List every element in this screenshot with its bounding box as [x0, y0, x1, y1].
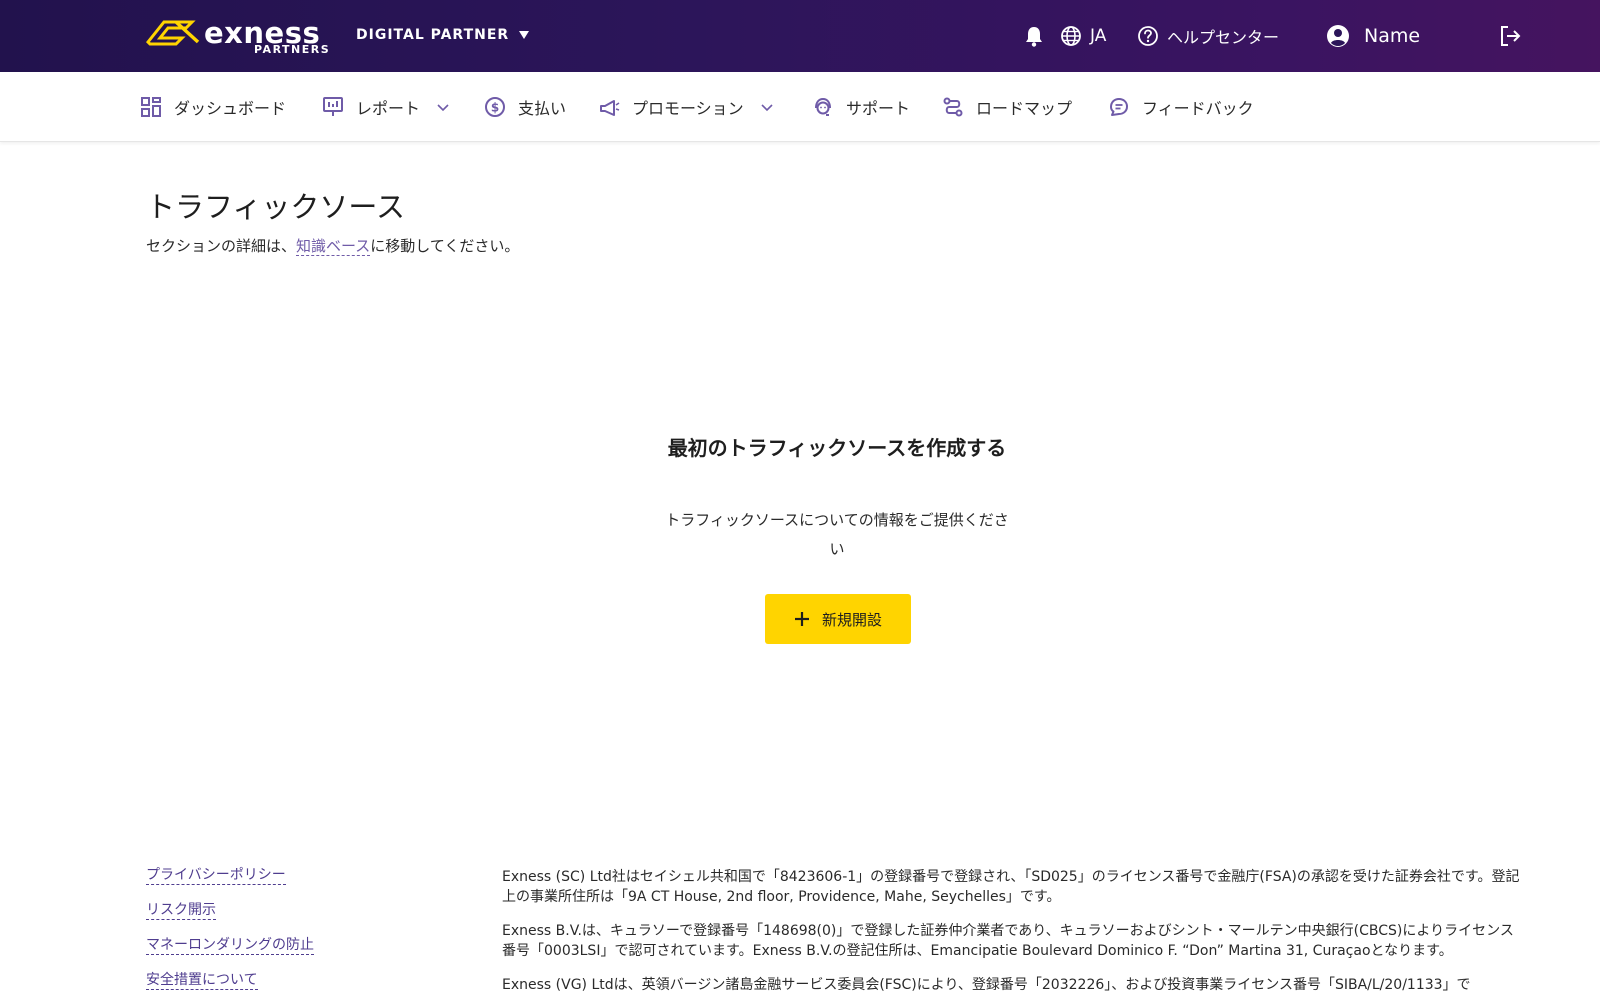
nav-item-feedback[interactable]: フィードバック — [1108, 94, 1254, 120]
page-description: セクションの詳細は、知識ベースに移動してください。 — [146, 235, 519, 256]
main-navigation: ダッシュボード レポート $ 支払い プロモーション サポート ロードマップ フ… — [0, 72, 1600, 142]
nav-label: ロードマップ — [976, 99, 1073, 118]
nav-item-dashboard[interactable]: ダッシュボード — [140, 94, 286, 120]
language-selector[interactable]: JA — [1060, 18, 1106, 54]
aml-link[interactable]: マネーロンダリングの防止 — [146, 936, 314, 955]
nav-label: サポート — [846, 99, 911, 118]
help-circle-icon — [1138, 26, 1158, 46]
megaphone-icon — [600, 100, 620, 116]
svg-text:$: $ — [491, 101, 499, 115]
plus-icon — [794, 612, 809, 626]
logout-icon — [1501, 26, 1521, 46]
empty-state-description: トラフィックソースについての情報をご提供ください — [665, 511, 1009, 558]
top-header: exness PARTNERS DIGITAL PARTNER JA ヘルプセン… — [0, 0, 1600, 72]
legal-disclaimer: Exness (SC) Ltd社はセイシェル共和国で「8423606-1」の登録… — [502, 867, 1526, 1000]
create-new-label: 新規開設 — [821, 610, 882, 629]
globe-icon — [1061, 26, 1081, 46]
partner-type-label: DIGITAL PARTNER — [356, 27, 510, 43]
page-title: トラフィックソース — [146, 190, 405, 224]
bell-icon — [1026, 27, 1042, 47]
help-center-label: ヘルプセンター — [1167, 28, 1280, 47]
chevron-down-icon — [761, 104, 773, 112]
nav-item-roadmap[interactable]: ロードマップ — [942, 94, 1072, 120]
user-avatar-icon — [1327, 25, 1349, 47]
risk-disclosure-link[interactable]: リスク開示 — [146, 901, 216, 920]
privacy-policy-link[interactable]: プライバシーポリシー — [146, 866, 286, 885]
legal-paragraph: Exness (VG) Ltdは、英領バージン諸島金融サービス委員会(FSC)に… — [502, 977, 1471, 993]
nav-item-promotions[interactable]: プロモーション — [598, 94, 774, 120]
nav-item-support[interactable]: サポート — [812, 94, 910, 120]
nav-item-reports[interactable]: レポート — [322, 94, 450, 120]
support-icon — [815, 97, 831, 116]
footer-links: プライバシーポリシー リスク開示 マネーロンダリングの防止 安全措置について — [146, 866, 314, 1000]
notifications-button[interactable] — [1024, 18, 1044, 54]
roadmap-icon — [943, 97, 963, 117]
nav-item-payments[interactable]: $ 支払い — [484, 94, 566, 120]
language-label: JA — [1090, 26, 1107, 46]
legal-paragraph: Exness B.V.は、キュラソーで登録番号「148698(0)」で登録した証… — [502, 923, 1514, 959]
user-name: Name — [1364, 25, 1421, 47]
description-suffix: に移動してください。 — [370, 237, 520, 255]
report-icon — [323, 97, 343, 116]
caret-down-icon — [519, 31, 530, 39]
chevron-down-icon — [437, 104, 449, 112]
legal-paragraph: Exness (SC) Ltd社はセイシェル共和国で「8423606-1」の登録… — [502, 869, 1520, 905]
nav-label: プロモーション — [632, 99, 744, 118]
nav-label: フィードバック — [1142, 99, 1254, 118]
dashboard-icon — [141, 97, 161, 117]
partner-type-dropdown[interactable]: DIGITAL PARTNER — [356, 22, 530, 48]
exness-logo-mark-icon — [146, 20, 200, 46]
user-menu[interactable]: Name — [1326, 18, 1420, 54]
knowledge-base-link[interactable]: 知識ベース — [296, 237, 371, 256]
logo-subtitle: PARTNERS — [254, 43, 331, 56]
help-center-link[interactable]: ヘルプセンター — [1137, 18, 1279, 54]
logout-button[interactable] — [1498, 18, 1522, 54]
empty-state-title: 最初のトラフィックソースを作成する — [667, 436, 1007, 460]
dollar-icon: $ — [485, 97, 505, 117]
exness-logo[interactable]: exness PARTNERS — [146, 14, 329, 58]
nav-label: レポート — [356, 99, 421, 118]
description-prefix: セクションの詳細は、 — [146, 237, 297, 255]
nav-label: 支払い — [518, 99, 567, 118]
create-new-button[interactable]: 新規開設 — [765, 594, 911, 644]
feedback-icon — [1110, 98, 1128, 116]
security-measures-link[interactable]: 安全措置について — [146, 971, 258, 990]
nav-label: ダッシュボード — [174, 99, 287, 118]
